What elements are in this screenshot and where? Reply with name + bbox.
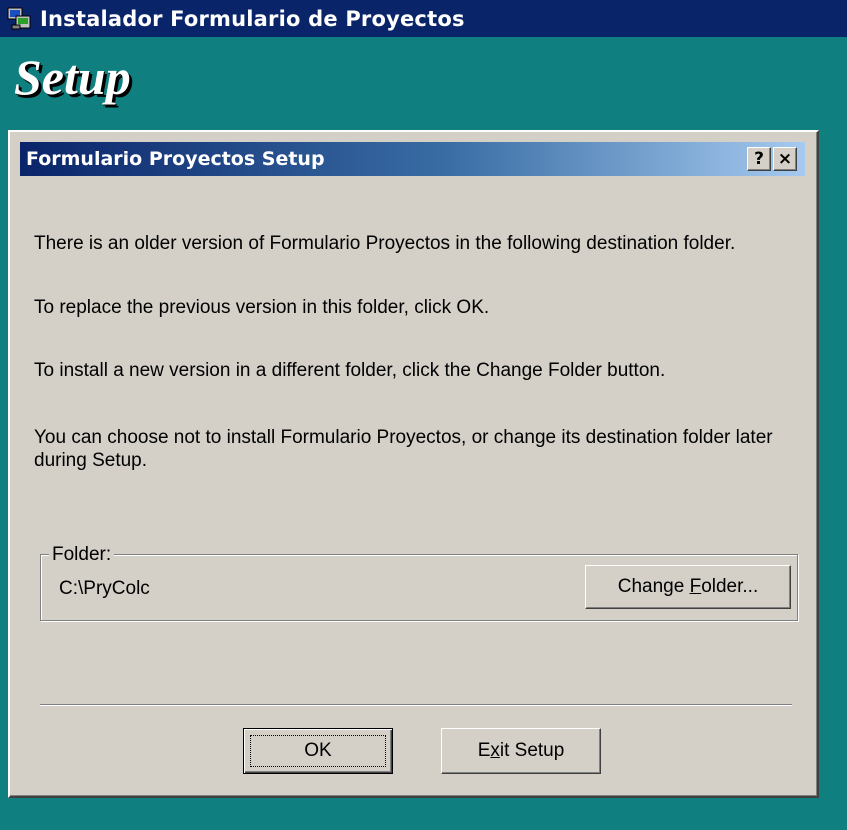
exit-mnemonic: x bbox=[490, 740, 500, 761]
folder-groupbox: Folder: C:\PryColc Change Folder... bbox=[40, 544, 798, 621]
exit-setup-button[interactable]: Ex it Setup bbox=[441, 728, 601, 774]
change-folder-mnemonic: F bbox=[689, 576, 702, 597]
exit-label-part: E bbox=[477, 740, 491, 761]
help-icon: ? bbox=[754, 149, 764, 169]
separator-line bbox=[40, 704, 792, 706]
close-button[interactable]: × bbox=[773, 147, 797, 171]
installer-icon bbox=[6, 6, 34, 32]
help-button[interactable]: ? bbox=[747, 147, 771, 171]
message-choose-not-install: You can choose not to install Formulario… bbox=[34, 427, 773, 471]
change-folder-label-rest: older... bbox=[701, 576, 759, 597]
change-folder-button[interactable]: Change Folder... bbox=[585, 565, 791, 609]
outer-window-titlebar[interactable]: Instalador Formulario de Proyectos bbox=[0, 0, 847, 37]
focus-rectangle bbox=[250, 735, 386, 767]
outer-window-title: Instalador Formulario de Proyectos bbox=[40, 6, 465, 31]
ok-button[interactable]: OK bbox=[243, 728, 393, 774]
close-icon: × bbox=[777, 149, 793, 169]
message-new-folder: To install a new version in a different … bbox=[34, 360, 666, 381]
message-older-version: There is an older version of Formulario … bbox=[34, 233, 736, 254]
setup-dialog: Formulario Proyectos Setup ? × There is … bbox=[8, 130, 819, 798]
dialog-title: Formulario Proyectos Setup bbox=[26, 148, 325, 170]
change-folder-label-part: Change bbox=[617, 576, 690, 597]
folder-label: Folder: bbox=[49, 544, 115, 566]
dialog-titlebar[interactable]: Formulario Proyectos Setup ? × bbox=[20, 142, 805, 176]
setup-banner: Setup bbox=[14, 49, 131, 105]
folder-path: C:\PryColc bbox=[59, 578, 150, 599]
message-replace: To replace the previous version in this … bbox=[34, 297, 490, 318]
exit-label-rest: it Setup bbox=[499, 740, 565, 761]
